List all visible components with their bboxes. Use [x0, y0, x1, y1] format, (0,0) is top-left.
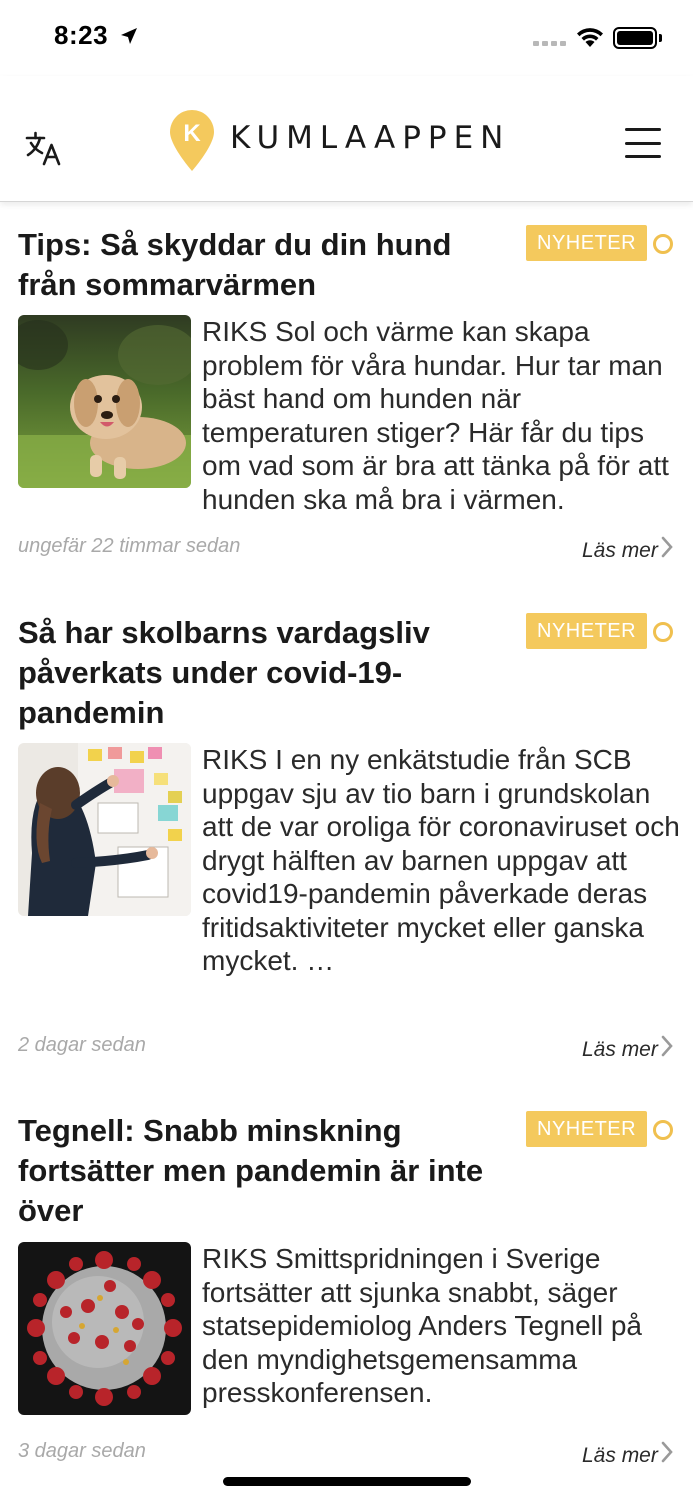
chevron-right-icon — [661, 1035, 673, 1057]
svg-text:K: K — [183, 120, 201, 147]
article-excerpt: RIKS I en ny enkätstudie från SCB uppgav… — [202, 744, 680, 976]
hamburger-menu-icon[interactable] — [625, 128, 661, 158]
read-more-link[interactable]: Läs mer — [582, 536, 674, 563]
app-logo: K KUMLAAPPEN — [168, 110, 510, 172]
unread-indicator-icon — [653, 234, 673, 254]
location-arrow-icon — [121, 28, 137, 44]
app-header: K KUMLAAPPEN — [0, 76, 693, 202]
cellular-signal-icon — [533, 41, 566, 46]
article-title[interactable]: Tips: Så skyddar du din hund från sommar… — [18, 225, 518, 305]
article-thumbnail-dog[interactable] — [18, 315, 191, 488]
chevron-right-icon — [661, 1441, 673, 1463]
location-pin-logo-icon: K — [170, 110, 214, 171]
status-time: 8:23 — [54, 20, 109, 50]
home-indicator[interactable] — [223, 1477, 471, 1486]
read-more-label: Läs mer — [582, 1038, 658, 1061]
chevron-right-icon — [661, 536, 673, 558]
category-tag: NYHETER — [526, 1111, 648, 1147]
article-title[interactable]: Så har skolbarns vardagsliv påverkats un… — [18, 613, 518, 733]
article-thumbnail-whiteboard[interactable] — [18, 743, 191, 916]
unread-indicator-icon — [653, 622, 673, 642]
read-more-label: Läs mer — [582, 1444, 658, 1467]
unread-indicator-icon — [653, 1120, 673, 1140]
read-more-label: Läs mer — [582, 539, 658, 562]
category-tag: NYHETER — [526, 225, 648, 261]
article-timestamp: 3 dagar sedan — [18, 1440, 146, 1462]
wifi-icon — [577, 28, 603, 47]
status-bar: 8:23 — [0, 0, 693, 76]
category-tag: NYHETER — [526, 613, 648, 649]
read-more-link[interactable]: Läs mer — [582, 1035, 674, 1062]
article-excerpt: RIKS Smittspridningen i Sverige fortsätt… — [202, 1243, 643, 1408]
app-name: KUMLAAPPEN — [230, 120, 511, 156]
article-thumbnail-coronavirus[interactable] — [18, 1242, 191, 1415]
battery-icon — [613, 27, 657, 49]
article-timestamp: 2 dagar sedan — [18, 1034, 146, 1056]
translate-icon[interactable] — [24, 128, 64, 168]
read-more-link[interactable]: Läs mer — [582, 1441, 674, 1468]
article-timestamp: ungefär 22 timmar sedan — [18, 535, 241, 557]
article-title[interactable]: Tegnell: Snabb minskning fortsätter men … — [18, 1111, 518, 1231]
article-excerpt: RIKS Sol och värme kan skapa problem för… — [202, 316, 669, 515]
